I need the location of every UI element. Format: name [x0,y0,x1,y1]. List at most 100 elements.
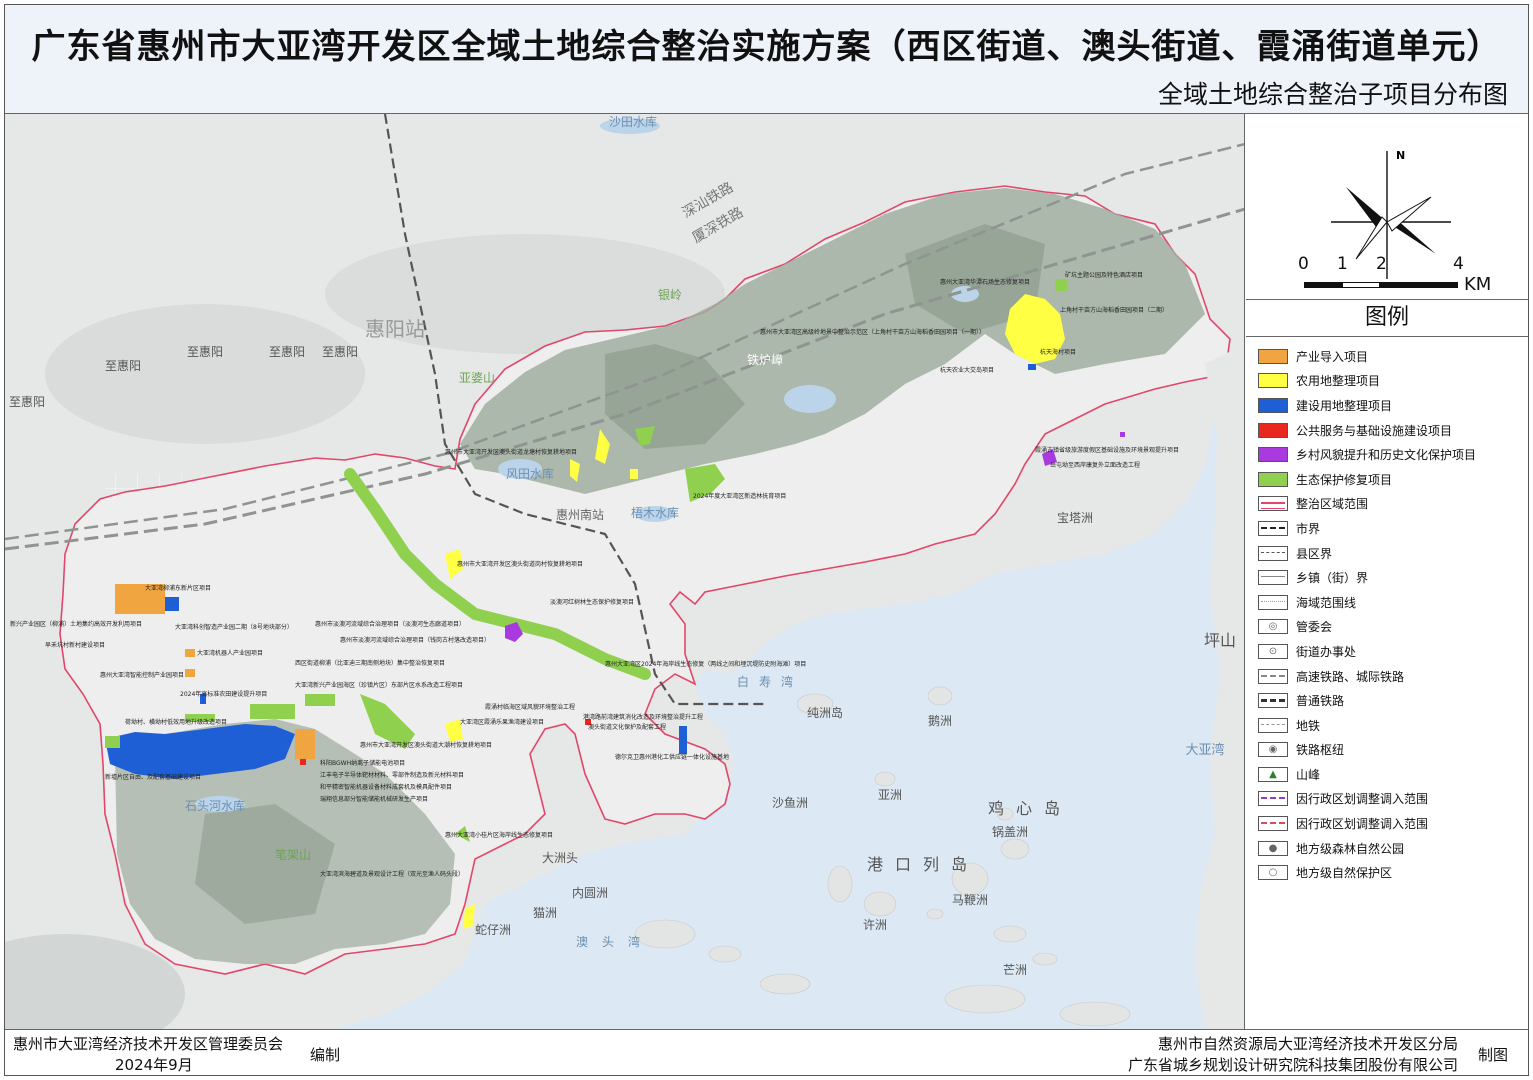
map-canvas[interactable]: 沙田水库 深汕铁路 厦深铁路 银岭 惠阳站 至惠阳 至惠阳 至惠阳 至惠阳 至惠… [5,114,1245,1029]
fill-rural-icon [1258,447,1288,463]
footer-producer: 广东省城乡规划设计研究院科技集团股份有限公司 [1127,1056,1458,1074]
fill-public-icon [1258,422,1288,438]
scale-tick: 2 [1376,254,1387,274]
legend-label: 县区界 [1296,546,1333,561]
project-label: 瑞翔信息部分智能储能机械研发生产项目 [320,795,428,803]
project-label: 惠州市大亚湾开发区澳头街道岗村恢复耕地项目 [457,560,583,568]
project-label: 西区街道柳浦（比亚迪三期南侧地块）集中整治恢复项目 [295,659,445,667]
symbol-peak-icon: ▲ [1258,766,1288,782]
legend-label: 地方级森林自然公园 [1296,841,1405,856]
legend-list: 产业导入项目 农用地整理项目 建设用地整理项目 公共服务与基础设施建设项目 乡村风貌提升… [1258,344,1523,885]
legend-item: 农用地整理项目 [1258,369,1523,394]
map-subtitle: 全域土地综合整治子项目分布图 [1157,80,1508,109]
legend-item: 地铁 [1258,713,1523,738]
map-header: 广东省惠州市大亚湾开发区全域土地综合整治实施方案（西区街道、澳头街道、霞涌街道单… [5,5,1528,114]
place-label: 惠州南站 [556,507,604,522]
symbol-committee-icon: ◎ [1258,619,1288,635]
project-label: 和平精密智能机器设备材料成套机及模具配件项目 [320,783,452,791]
place-label: 风田水库 [506,466,554,481]
line-rail-icon [1258,693,1288,709]
project-label: 杭天海村项目 [1040,348,1076,356]
place-label: 内圆洲 [572,886,608,900]
project-label: 江丰电子半导体靶材材料、零部件制造及新光材料项目 [320,771,464,779]
legend-item: 产业导入项目 [1258,344,1523,369]
line-metro-icon [1258,717,1288,733]
place-label: 惠阳站 [365,317,425,341]
legend-item: 整治区域范围 [1258,492,1523,517]
project-label: 港湾路前湾建筑消化改造及环境整治提升工程 [583,713,703,721]
legend-item: 市界 [1258,516,1523,541]
project-label: 大亚湾科创智造产业园二期（8号地块部分） [175,623,293,631]
place-label: 纯洲岛 [807,705,843,720]
legend-label: 建设用地整理项目 [1296,398,1393,413]
place-label: 至惠阳 [269,345,305,359]
line-sea-icon [1258,594,1288,610]
fill-construction-icon [1258,397,1288,413]
reservoir [784,385,836,413]
legend-item: 县区界 [1258,541,1523,566]
project-label: 大亚湾滨海碧道及景观设计工程（双光至渔人码头段） [320,870,464,878]
legend-panel: N 0 1 2 4 KM 图例 产业导入项目 农用地整理项目 建设用地整理项目公共服… [1246,114,1528,1029]
line-town-icon [1258,570,1288,586]
place-label: 许洲 [863,918,887,932]
fill-ecology-icon [1258,471,1288,487]
project-label: 霞涌村临海区域风貌环境整治工程 [485,703,575,711]
legend-item: ▲ 山峰 [1258,762,1523,787]
place-label: 马鞭洲 [952,893,988,907]
project-label: 淡澳河红树林生态保护修复项目 [550,598,634,606]
footer-made: 制图 [1477,1046,1508,1064]
legend-title: 图例 [1246,299,1528,337]
place-label: 沙田水库 [609,114,657,129]
legend-item: 高速铁路、城际铁路 [1258,664,1523,689]
project-label: 荷坳村、横坳村低效用地升级改造项目 [125,718,227,726]
project-label: 惠州大亚湾智能控制产业园项目 [100,671,184,679]
legend-item: 普通铁路 [1258,688,1523,713]
place-label: 至惠阳 [187,345,223,359]
symbol-forest-icon: ● [1258,840,1288,856]
place-label: 至惠阳 [322,345,358,359]
project-label: 大亚湾柳浦东新片区项目 [145,584,211,592]
line-hsr-icon [1258,668,1288,684]
scale-bar: 0 1 2 4 KM [1246,244,1528,304]
place-label: 澳头湾 [576,934,654,949]
project-label: 新兴产业园区（柳浦）土地集约高效开发利用项目 [10,620,142,628]
scale-tick: 4 [1453,254,1464,274]
project-label: 2024年高标准农田建设提升项目 [180,690,267,698]
legend-label: 产业导入项目 [1296,349,1369,364]
project-label: 惠州大亚湾区2024年海岸线生态修复（两线之间和埋沉堤防史附海滩）项目 [605,660,806,668]
north-label: N [1396,149,1405,162]
footer-compile: 编制 [310,1046,341,1064]
place-label: 梧木水库 [631,505,679,520]
place-label: 坪山 [1204,631,1236,650]
legend-item: ◎ 管委会 [1258,615,1523,640]
footer-date: 2024年9月 [115,1056,193,1074]
project-label: 矿坑主题公园及特色酒店项目 [1065,271,1143,279]
map-footer: 惠州市大亚湾经济技术开发区管理委员会 2024年9月 编制 惠州市自然资源局大亚… [5,1029,1528,1075]
place-label: 大亚湾 [1185,742,1224,758]
footer-producer: 惠州市自然资源局大亚湾经济技术开发区分局 [1157,1035,1458,1053]
legend-label: 农用地整理项目 [1296,374,1381,389]
legend-item: 公共服务与基础设施建设项目 [1258,418,1523,443]
project-label: 早禾坑村新村建设项目 [45,641,105,649]
legend-item: ● 地方级森林自然公园 [1258,836,1523,861]
project-label: 大亚湾机器人产业园项目 [197,649,263,657]
place-label: 亚洲 [878,788,902,802]
project-label: 杭天农业大交岛项目 [940,366,994,374]
project-label: 惠州市大亚湾开发区澳头街道龙塘村恢复耕地项目 [445,448,577,456]
map-svg: 沙田水库 深汕铁路 厦深铁路 银岭 惠阳站 至惠阳 至惠阳 至惠阳 至惠阳 至惠… [5,114,1244,1029]
project-label: 大亚湾区霞涌乐果渔湾建设项目 [460,718,544,726]
symbol-office-icon: ⊙ [1258,643,1288,659]
legend-label: 生态保护修复项目 [1296,472,1393,487]
project-label: 惠州市大亚湾区高级岭地景中整治示范区（上角村干亩方山海稻香田园项目（一期）） [760,328,985,336]
legend-label: 因行政区划调整调入范围 [1296,817,1429,832]
project-label: 惠州市淡澳河流域综合治理项目（钱岗古村落改造项目） [340,636,490,644]
place-label: 银岭 [658,288,682,302]
line-county-icon [1258,545,1288,561]
place-label: 鹅洲 [928,714,952,728]
place-label: 沙鱼洲 [772,796,808,810]
place-label: 宝塔洲 [1057,511,1093,525]
place-label: 芒洲 [1003,962,1027,977]
legend-item: 海域范围线 [1258,590,1523,615]
project-label: 惠州大亚湾小桂片区海岸线生态修复项目 [445,831,553,839]
project-label: 澳头街道文化保护及配套工程 [588,723,666,731]
